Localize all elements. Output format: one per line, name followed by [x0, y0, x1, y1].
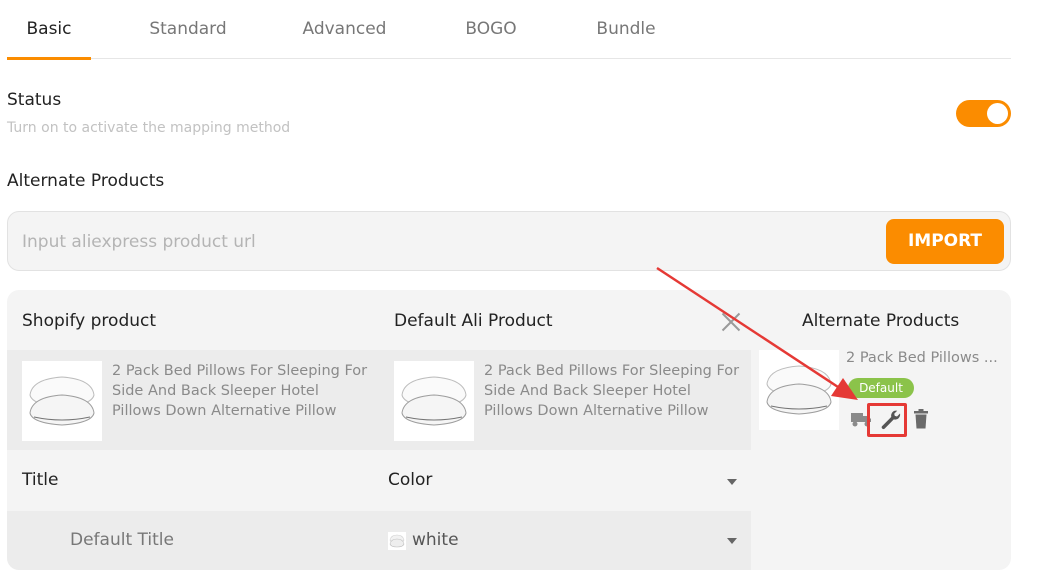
default-ali-product-header: Default Ali Product	[394, 311, 553, 331]
alternate-products-title: Alternate Products	[7, 171, 165, 191]
alternate-product-image	[759, 350, 839, 430]
ali-product-image	[394, 361, 474, 441]
status-toggle[interactable]	[956, 100, 1011, 127]
mapping-method-tabs: Basic Standard Advanced BOGO Bundle	[7, 0, 1011, 60]
product-row: 2 Pack Bed Pillows For Sleeping For Side…	[7, 350, 751, 450]
variant-color-select[interactable]: white	[412, 530, 459, 550]
mapping-panel: Shopify product Default Ali Product Alte…	[7, 290, 1011, 570]
trash-icon[interactable]	[913, 409, 929, 429]
alternate-products-header: Alternate Products	[802, 311, 960, 331]
default-badge: Default	[848, 378, 914, 398]
aliexpress-url-input[interactable]	[22, 226, 872, 258]
tab-bogo[interactable]: BOGO	[457, 0, 525, 59]
shopify-product-cell: 2 Pack Bed Pillows For Sleeping For Side…	[22, 361, 382, 441]
tab-bundle[interactable]: Bundle	[587, 0, 665, 59]
tab-standard[interactable]: Standard	[142, 0, 234, 59]
chevron-down-icon[interactable]	[727, 479, 737, 485]
tab-advanced[interactable]: Advanced	[297, 0, 392, 59]
option-color-label: Color	[388, 470, 433, 490]
option-title-label: Title	[22, 470, 59, 490]
import-button[interactable]: IMPORT	[886, 219, 1004, 264]
shopify-product-header: Shopify product	[22, 311, 157, 331]
chevron-down-icon[interactable]	[727, 538, 737, 544]
toggle-knob	[987, 103, 1008, 124]
ali-product-name: 2 Pack Bed Pillows For Sleeping For Side…	[484, 363, 740, 419]
status-description: Turn on to activate the mapping method	[7, 120, 291, 136]
product-url-bar: IMPORT	[7, 211, 1011, 271]
variant-row: Default Title white	[7, 511, 751, 570]
shopify-product-image	[22, 361, 102, 441]
alternate-product-name: 2 Pack Bed Pillows ...	[846, 350, 998, 366]
variant-title: Default Title	[70, 530, 174, 550]
close-icon[interactable]	[721, 312, 741, 332]
shopify-product-name: 2 Pack Bed Pillows For Sleeping For Side…	[112, 363, 368, 419]
wrench-icon[interactable]	[879, 408, 903, 432]
tab-basic[interactable]: Basic	[7, 0, 91, 60]
status-title: Status	[7, 90, 62, 110]
variant-color-thumbnail	[388, 532, 406, 550]
ali-product-cell: 2 Pack Bed Pillows For Sleeping For Side…	[394, 361, 744, 441]
